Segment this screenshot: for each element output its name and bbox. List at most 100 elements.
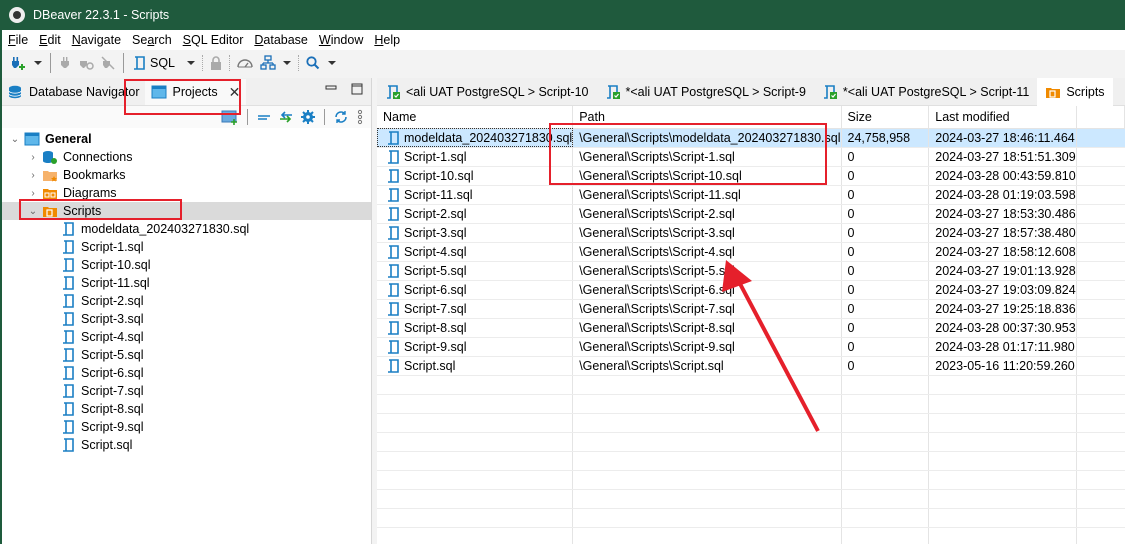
table-row[interactable]: Script-2.sql \General\Scripts\Script-2.sq… bbox=[377, 204, 1125, 224]
sql-script-icon bbox=[60, 348, 76, 362]
table-row[interactable]: Script.sql \General\Scripts\Script.sql 0 20… bbox=[377, 356, 1125, 376]
filler-cell bbox=[1076, 337, 1125, 357]
reconnect-button[interactable] bbox=[75, 52, 97, 74]
column-header-name[interactable]: Name bbox=[377, 106, 574, 129]
empty-cell bbox=[1076, 508, 1125, 528]
modified-cell: 2024-03-28 01:17:11.980 bbox=[928, 337, 1077, 357]
sql-editor-dropdown[interactable] bbox=[187, 61, 196, 65]
tree-item-scripts[interactable]: ⌄ Scripts bbox=[2, 202, 371, 220]
expand-chevron-icon[interactable]: ⌄ bbox=[10, 134, 20, 145]
name-cell[interactable]: Script-7.sql bbox=[377, 299, 574, 319]
close-icon[interactable]: ✕ bbox=[229, 84, 241, 101]
name-cell[interactable]: Script-5.sql bbox=[377, 261, 574, 281]
empty-row bbox=[377, 375, 1125, 395]
table-row[interactable]: Script-9.sql \General\Scripts\Script-9.sq… bbox=[377, 337, 1125, 357]
tree-item-label: Script-1.sql bbox=[81, 240, 144, 254]
menu-navigate[interactable]: Navigate bbox=[66, 33, 126, 47]
table-row[interactable]: Script-10.sql \General\Scripts\Script-10.… bbox=[377, 166, 1125, 186]
name-cell[interactable]: Script-10.sql bbox=[377, 166, 574, 186]
editor-tab[interactable]: Scripts bbox=[1037, 77, 1113, 106]
menu-edit[interactable]: Edit bbox=[33, 33, 66, 47]
new-project-icon[interactable] bbox=[221, 109, 239, 125]
tree-item-general[interactable]: ⌄ General bbox=[2, 130, 371, 148]
sql-editor-button[interactable]: SQL bbox=[128, 55, 179, 71]
erd-dropdown[interactable] bbox=[283, 61, 292, 65]
tree-item-bookmarks[interactable]: › Bookmarks bbox=[2, 166, 371, 184]
name-cell[interactable]: Script-6.sql bbox=[377, 280, 574, 300]
editor-tab[interactable]: *<ali UAT PostgreSQL > Script-11 bbox=[814, 78, 1037, 106]
tree-item-script[interactable]: Script-5.sql bbox=[2, 346, 371, 364]
collapse-chevron-icon[interactable]: › bbox=[28, 152, 38, 163]
column-header-last-modified[interactable]: Last modified bbox=[928, 106, 1077, 129]
tree-item-script[interactable]: Script-10.sql bbox=[2, 256, 371, 274]
menu-file[interactable]: File bbox=[2, 33, 33, 47]
table-row[interactable]: Script-7.sql \General\Scripts\Script-7.sq… bbox=[377, 299, 1125, 319]
name-cell[interactable]: modeldata_202403271830.sql bbox=[377, 128, 574, 148]
tree-item-script[interactable]: Script-2.sql bbox=[2, 292, 371, 310]
table-row[interactable]: Script-5.sql \General\Scripts\Script-5.sq… bbox=[377, 261, 1125, 281]
table-row[interactable]: Script-6.sql \General\Scripts\Script-6.sq… bbox=[377, 280, 1125, 300]
name-cell[interactable]: Script-9.sql bbox=[377, 337, 574, 357]
link-with-editor-icon[interactable] bbox=[278, 110, 294, 124]
view-menu-icon[interactable] bbox=[355, 109, 365, 125]
tree-item-script[interactable]: Script-4.sql bbox=[2, 328, 371, 346]
table-row[interactable]: Script-4.sql \General\Scripts\Script-4.sq… bbox=[377, 242, 1125, 262]
new-connection-button[interactable] bbox=[6, 52, 30, 74]
editor-tab[interactable]: <ali UAT PostgreSQL > Script-10 bbox=[377, 78, 597, 106]
tree-item-script[interactable]: Script-8.sql bbox=[2, 400, 371, 418]
table-row[interactable]: Script-1.sql \General\Scripts\Script-1.sq… bbox=[377, 147, 1125, 167]
dashboard-button[interactable] bbox=[233, 52, 257, 74]
erd-button[interactable] bbox=[257, 52, 279, 74]
empty-cell bbox=[928, 375, 1077, 395]
refresh-icon[interactable] bbox=[333, 109, 349, 125]
tree-item-label: Script.sql bbox=[81, 438, 133, 452]
tree-item-connections[interactable]: › Connections bbox=[2, 148, 371, 166]
tree-item-script[interactable]: Script-7.sql bbox=[2, 382, 371, 400]
menu-search[interactable]: Search bbox=[126, 33, 177, 47]
table-row[interactable]: modeldata_202403271830.sql \General\Scrip… bbox=[377, 128, 1125, 148]
disconnect-button[interactable] bbox=[97, 52, 119, 74]
transaction-lock-button[interactable] bbox=[206, 52, 226, 74]
size-cell: 0 bbox=[841, 318, 930, 338]
search-button[interactable] bbox=[302, 52, 324, 74]
tab-database-navigator[interactable]: Database Navigator bbox=[2, 79, 145, 105]
name-cell[interactable]: Script-4.sql bbox=[377, 242, 574, 262]
column-header-size[interactable]: Size bbox=[841, 106, 930, 129]
table-row[interactable]: Script-11.sql \General\Scripts\Script-11.… bbox=[377, 185, 1125, 205]
search-dropdown[interactable] bbox=[328, 61, 337, 65]
maximize-icon[interactable] bbox=[351, 83, 363, 95]
menu-database[interactable]: Database bbox=[248, 33, 313, 47]
menu-help[interactable]: Help bbox=[368, 33, 405, 47]
configure-gear-icon[interactable] bbox=[300, 109, 316, 125]
minimize-icon[interactable] bbox=[325, 83, 337, 95]
column-header-path[interactable]: Path bbox=[572, 106, 842, 129]
sql-script-icon bbox=[60, 330, 76, 344]
tree-item-script[interactable]: modeldata_202403271830.sql bbox=[2, 220, 371, 238]
editor-tab[interactable]: *<ali UAT PostgreSQL > Script-9 bbox=[597, 78, 814, 106]
menu-sql-editor[interactable]: SQL Editor bbox=[177, 33, 249, 47]
tree-item-script[interactable]: Script.sql bbox=[2, 436, 371, 454]
tree-item-script[interactable]: Script-11.sql bbox=[2, 274, 371, 292]
tree-item-diagrams[interactable]: › Diagrams bbox=[2, 184, 371, 202]
tree-item-script[interactable]: Script-3.sql bbox=[2, 310, 371, 328]
tree-item-script[interactable]: Script-9.sql bbox=[2, 418, 371, 436]
collapse-all-icon[interactable] bbox=[256, 110, 272, 124]
tree-item-label: Scripts bbox=[63, 204, 102, 218]
tree-item-script[interactable]: Script-1.sql bbox=[2, 238, 371, 256]
table-row[interactable]: Script-8.sql \General\Scripts\Script-8.sq… bbox=[377, 318, 1125, 338]
name-cell[interactable]: Script-1.sql bbox=[377, 147, 574, 167]
tab-projects[interactable]: Projects ✕ bbox=[145, 79, 247, 105]
tree-item-script[interactable]: Script-6.sql bbox=[2, 364, 371, 382]
name-cell[interactable]: Script-3.sql bbox=[377, 223, 574, 243]
name-cell[interactable]: Script-2.sql bbox=[377, 204, 574, 224]
table-row[interactable]: Script-3.sql \General\Scripts\Script-3.sq… bbox=[377, 223, 1125, 243]
name-cell[interactable]: Script-8.sql bbox=[377, 318, 574, 338]
expand-chevron-icon[interactable]: ⌄ bbox=[28, 206, 38, 217]
collapse-chevron-icon[interactable]: › bbox=[28, 188, 38, 199]
menu-window[interactable]: Window bbox=[313, 33, 368, 47]
collapse-chevron-icon[interactable]: › bbox=[28, 170, 38, 181]
new-connection-dropdown[interactable] bbox=[34, 61, 42, 65]
name-cell[interactable]: Script-11.sql bbox=[377, 185, 574, 205]
connect-button[interactable] bbox=[55, 52, 75, 74]
name-cell[interactable]: Script.sql bbox=[377, 356, 574, 376]
